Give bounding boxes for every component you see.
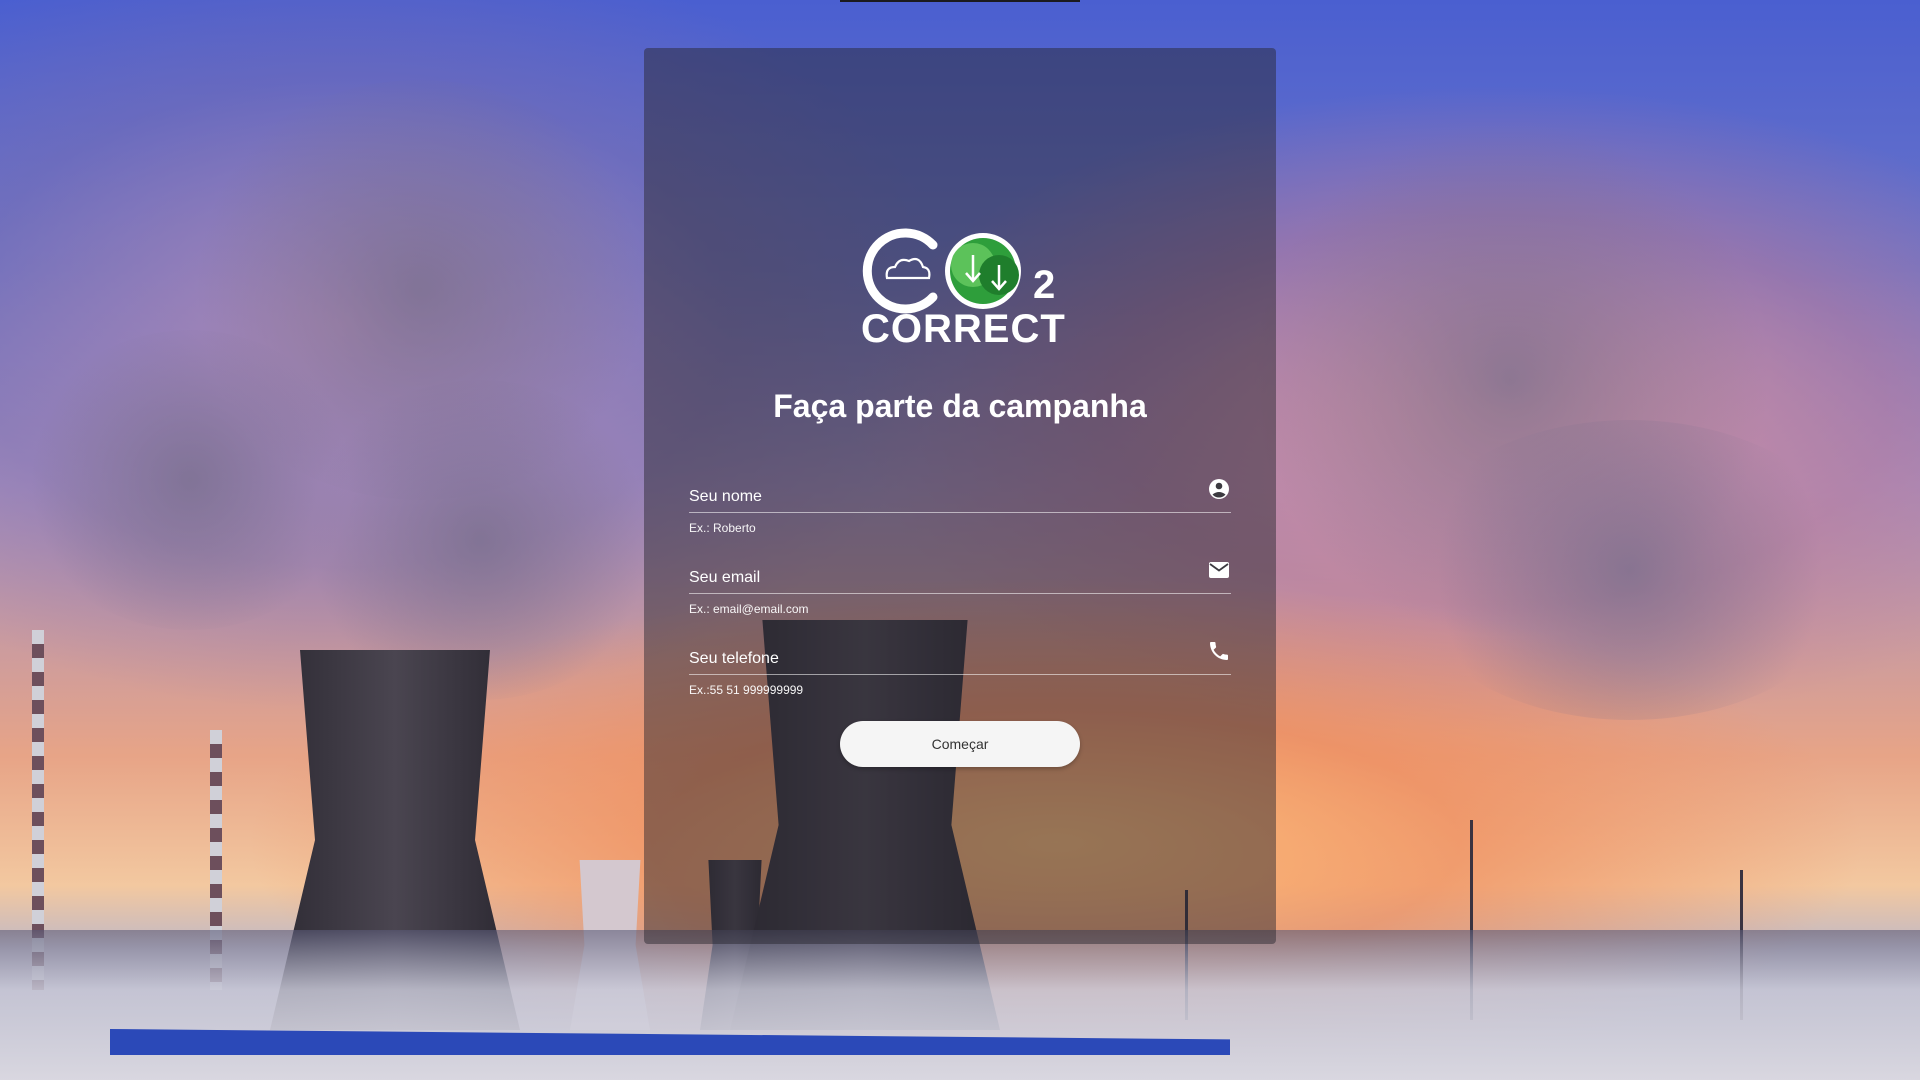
mail-icon xyxy=(1207,558,1231,582)
name-field[interactable]: Seu nome Ex.: Roberto xyxy=(689,473,1231,535)
snowy-ground xyxy=(0,930,1920,1080)
email-field-label: Seu email xyxy=(689,569,761,586)
page-title: Faça parte da campanha xyxy=(773,388,1147,424)
co2-correct-logo: 2 CORRECT xyxy=(861,223,1065,353)
email-field[interactable]: Seu email Ex.: email@email.com xyxy=(689,554,1231,616)
email-field-hint: Ex.: email@email.com xyxy=(689,602,809,616)
smoke-cloud xyxy=(1400,420,1860,720)
logo-wordmark: CORRECT xyxy=(861,307,1066,351)
phone-icon xyxy=(1207,639,1231,663)
phone-field-label: Seu telefone xyxy=(689,650,779,667)
name-field-hint: Ex.: Roberto xyxy=(689,521,756,535)
name-field-label: Seu nome xyxy=(689,488,762,505)
top-divider xyxy=(840,0,1080,2)
account-circle-icon xyxy=(1207,477,1231,501)
start-button[interactable]: Começar xyxy=(840,721,1080,767)
phone-field-hint: Ex.:55 51 999999999 xyxy=(689,683,804,697)
logo-subscript: 2 xyxy=(1033,263,1056,307)
signup-panel: 2 CORRECT Faça parte da campanha Seu nom… xyxy=(644,48,1276,944)
phone-field[interactable]: Seu telefone Ex.:55 51 999999999 xyxy=(689,635,1231,697)
